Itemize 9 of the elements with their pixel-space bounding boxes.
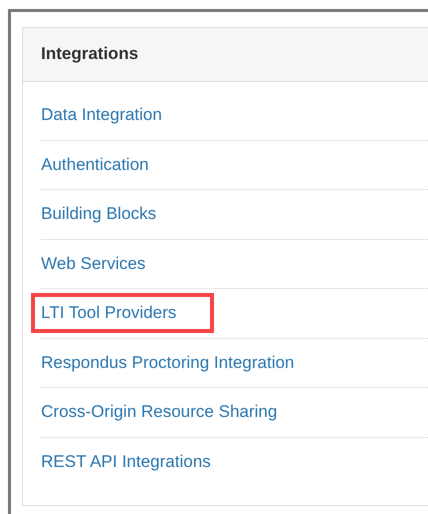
nav-link[interactable]: Data Integration — [31, 95, 172, 136]
nav-link[interactable]: LTI Tool Providers — [31, 293, 214, 334]
nav-link[interactable]: Respondus Proctoring Integration — [31, 342, 304, 383]
panel-title: Integrations — [41, 44, 138, 65]
nav-link[interactable]: Web Services — [31, 244, 156, 284]
nav-link[interactable]: Cross-Origin Resource Sharing — [31, 392, 288, 432]
nav-link[interactable]: Building Blocks — [31, 194, 166, 234]
nav-link[interactable]: Authentication — [31, 144, 159, 185]
nav-link[interactable]: REST API Integrations — [31, 442, 221, 482]
